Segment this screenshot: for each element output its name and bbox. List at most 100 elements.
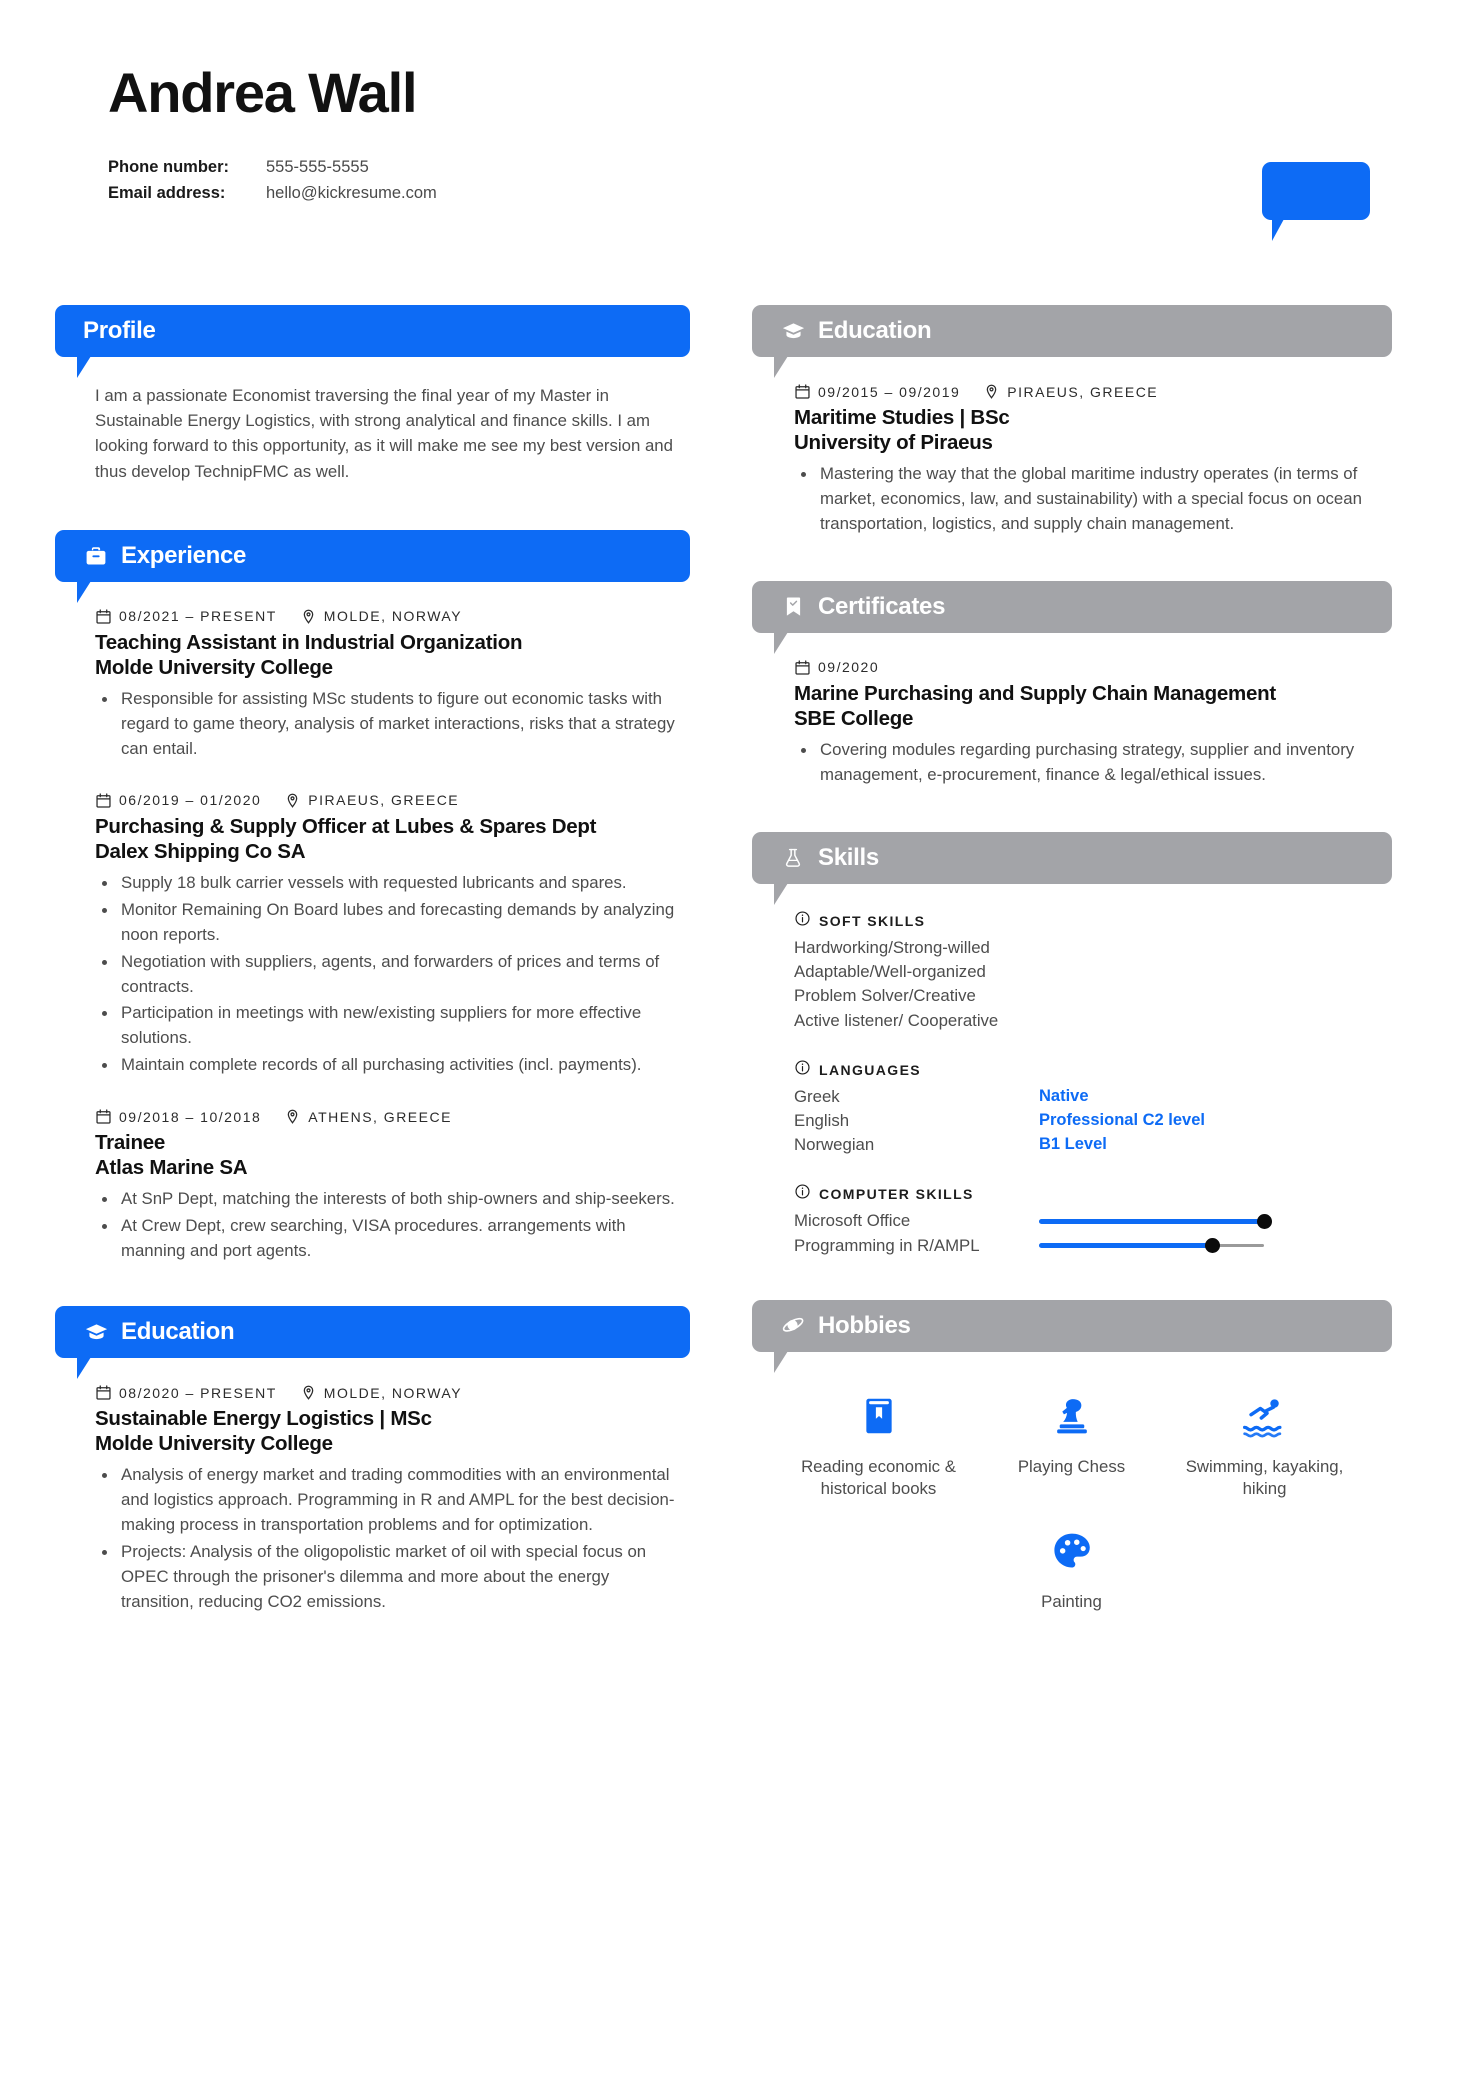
section-title-experience: Experience — [121, 541, 247, 569]
calendar-icon — [794, 383, 811, 400]
bullet-item: Projects: Analysis of the oligopolistic … — [95, 1540, 684, 1615]
email-label: Email address: — [108, 184, 226, 203]
bullet-item: Maintain complete records of all purchas… — [95, 1053, 684, 1078]
contact-info: Phone number: 555-555-5555 Email address… — [108, 154, 1368, 207]
phone-value: 555-555-5555 — [266, 157, 369, 176]
entry-meta: 06/2019 – 01/2020 PIRAEUS, GREECE — [95, 792, 684, 809]
certificate-entry: 09/2020 Marine Purchasing and Supply Cha… — [794, 659, 1386, 788]
entry-org: Atlas Marine SA — [95, 1156, 248, 1180]
hobby-label: Playing Chess — [1017, 1456, 1126, 1476]
entry-meta: 09/2015 – 09/2019 PIRAEUS, GREECE — [794, 383, 1386, 400]
section-body-hobbies: Reading economic & historical books Play… — [752, 1378, 1392, 1636]
language-row: English Professional C2 level — [794, 1109, 1386, 1133]
phone-label: Phone number: — [108, 157, 230, 176]
entry-bullets: Responsible for assisting MSc students t… — [95, 687, 684, 762]
skill-row: Problem Solver/Creative — [794, 984, 1386, 1008]
briefcase-icon — [83, 543, 109, 569]
section-body-education-left: 08/2020 – PRESENT MOLDE, NORWAY Sustaina… — [55, 1384, 690, 1615]
page-title: Andrea Wall — [108, 61, 418, 124]
bullet-item: Participation in meetings with new/exist… — [95, 1001, 684, 1051]
section-header-experience: Experience — [55, 529, 690, 603]
section-header-certificates: Certificates — [752, 580, 1392, 654]
planet-icon — [780, 1313, 806, 1339]
section-body-certificates: 09/2020 Marine Purchasing and Supply Cha… — [752, 659, 1392, 788]
language-name: Norwegian — [794, 1135, 875, 1155]
entry-meta: 08/2021 – PRESENT MOLDE, NORWAY — [95, 608, 684, 625]
entry-org: Molde University College — [95, 655, 333, 679]
skill-level-slider[interactable] — [1039, 1238, 1264, 1254]
chess-icon — [975, 1388, 1168, 1444]
bullet-item: Mastering the way that the global mariti… — [794, 462, 1386, 537]
language-name: English — [794, 1111, 850, 1131]
bullet-item: Monitor Remaining On Board lubes and for… — [95, 898, 684, 948]
hobby-item: Swimming, kayaking, hiking — [1168, 1388, 1361, 1501]
language-level: Native — [1039, 1087, 1089, 1106]
skill-name: Problem Solver/Creative — [794, 986, 976, 1006]
language-row: Greek Native — [794, 1085, 1386, 1109]
resume-page: Andrea Wall Phone number: 555-555-5555 E… — [0, 0, 1468, 2076]
bullet-item: Supply 18 bulk carrier vessels with requ… — [95, 871, 684, 896]
swimming-icon — [1168, 1388, 1361, 1444]
calendar-icon — [794, 659, 811, 676]
education-entry: 08/2020 – PRESENT MOLDE, NORWAY Sustaina… — [95, 1384, 684, 1615]
skill-group-label: COMPUTER SKILLS — [819, 1186, 974, 1203]
email-value: hello@kickresume.com — [266, 184, 437, 203]
entry-meta: 08/2020 – PRESENT MOLDE, NORWAY — [95, 1384, 684, 1401]
entry-date: 06/2019 – 01/2020 — [119, 792, 262, 809]
skill-row: Hardworking/Strong-willed — [794, 936, 1386, 960]
section-title-certificates: Certificates — [818, 592, 946, 620]
entry-bullets: Supply 18 bulk carrier vessels with requ… — [95, 871, 684, 1078]
entry-date: 09/2015 – 09/2019 — [818, 383, 961, 400]
section-title-education-right: Education — [818, 317, 932, 344]
entry-location: PIRAEUS, GREECE — [1007, 383, 1159, 400]
skill-row: Active listener/ Cooperative — [794, 1009, 1386, 1033]
speech-bubble-icon — [1262, 162, 1370, 241]
section-body-education-right: 09/2015 – 09/2019 PIRAEUS, GREECE Mariti… — [752, 383, 1392, 537]
info-icon — [794, 910, 811, 932]
skill-name: Adaptable/Well-organized — [794, 962, 986, 982]
flask-icon — [780, 845, 806, 871]
contact-row-phone: Phone number: 555-555-5555 — [108, 154, 1368, 181]
entry-date: 08/2021 – PRESENT — [119, 608, 277, 625]
experience-entry: 09/2018 – 10/2018 ATHENS, GREECE Trainee… — [95, 1108, 684, 1264]
location-pin-icon — [284, 792, 301, 809]
entry-org: Molde University College — [95, 1432, 333, 1456]
entry-meta: 09/2020 — [794, 659, 1386, 676]
location-pin-icon — [284, 1108, 301, 1125]
skill-group-head: COMPUTER SKILLS — [794, 1183, 1386, 1205]
hobby-label: Reading economic & historical books — [801, 1456, 956, 1499]
bullet-item: Analysis of energy market and trading co… — [95, 1463, 684, 1538]
skill-level-slider[interactable] — [1039, 1214, 1272, 1230]
slider-knob[interactable] — [1257, 1214, 1272, 1230]
location-pin-icon — [983, 383, 1000, 400]
entry-title: Sustainable Energy Logistics | MSc — [95, 1407, 432, 1430]
book-icon — [782, 1388, 975, 1444]
language-name: Greek — [794, 1086, 840, 1106]
entry-title: Maritime Studies | BSc — [794, 406, 1010, 429]
entry-location: PIRAEUS, GREECE — [308, 792, 460, 809]
section-header-skills: Skills — [752, 832, 1392, 906]
section-title-skills: Skills — [818, 844, 879, 872]
entry-org: University of Piraeus — [794, 431, 993, 455]
entry-bullets: Mastering the way that the global mariti… — [794, 462, 1386, 537]
entry-bullets: Analysis of energy market and trading co… — [95, 1463, 684, 1614]
profile-text: I am a passionate Economist traversing t… — [95, 386, 673, 481]
hobby-label: Swimming, kayaking, hiking — [1185, 1456, 1344, 1499]
palette-icon — [975, 1523, 1168, 1579]
bullet-item: Negotiation with suppliers, agents, and … — [95, 950, 684, 1000]
bullet-item: Responsible for assisting MSc students t… — [95, 687, 684, 762]
skill-name: Active listener/ Cooperative — [794, 1010, 999, 1030]
experience-entry: 08/2021 – PRESENT MOLDE, NORWAY Teaching… — [95, 608, 684, 762]
entry-date: 09/2020 — [818, 659, 880, 676]
section-header-profile: Profile — [55, 305, 690, 378]
hobby-label: Painting — [1041, 1592, 1102, 1612]
section-title-hobbies: Hobbies — [818, 1311, 911, 1339]
entry-title: Trainee — [95, 1131, 166, 1155]
resume-header: Andrea Wall Phone number: 555-555-5555 E… — [108, 62, 1368, 207]
entry-title: Purchasing & Supply Officer at Lubes & S… — [95, 814, 597, 838]
entry-meta: 09/2018 – 10/2018 ATHENS, GREECE — [95, 1108, 684, 1125]
slider-knob[interactable] — [1205, 1238, 1221, 1254]
calendar-icon — [95, 1384, 112, 1401]
graduation-cap-icon — [83, 1319, 109, 1345]
slider-fill — [1039, 1243, 1213, 1249]
